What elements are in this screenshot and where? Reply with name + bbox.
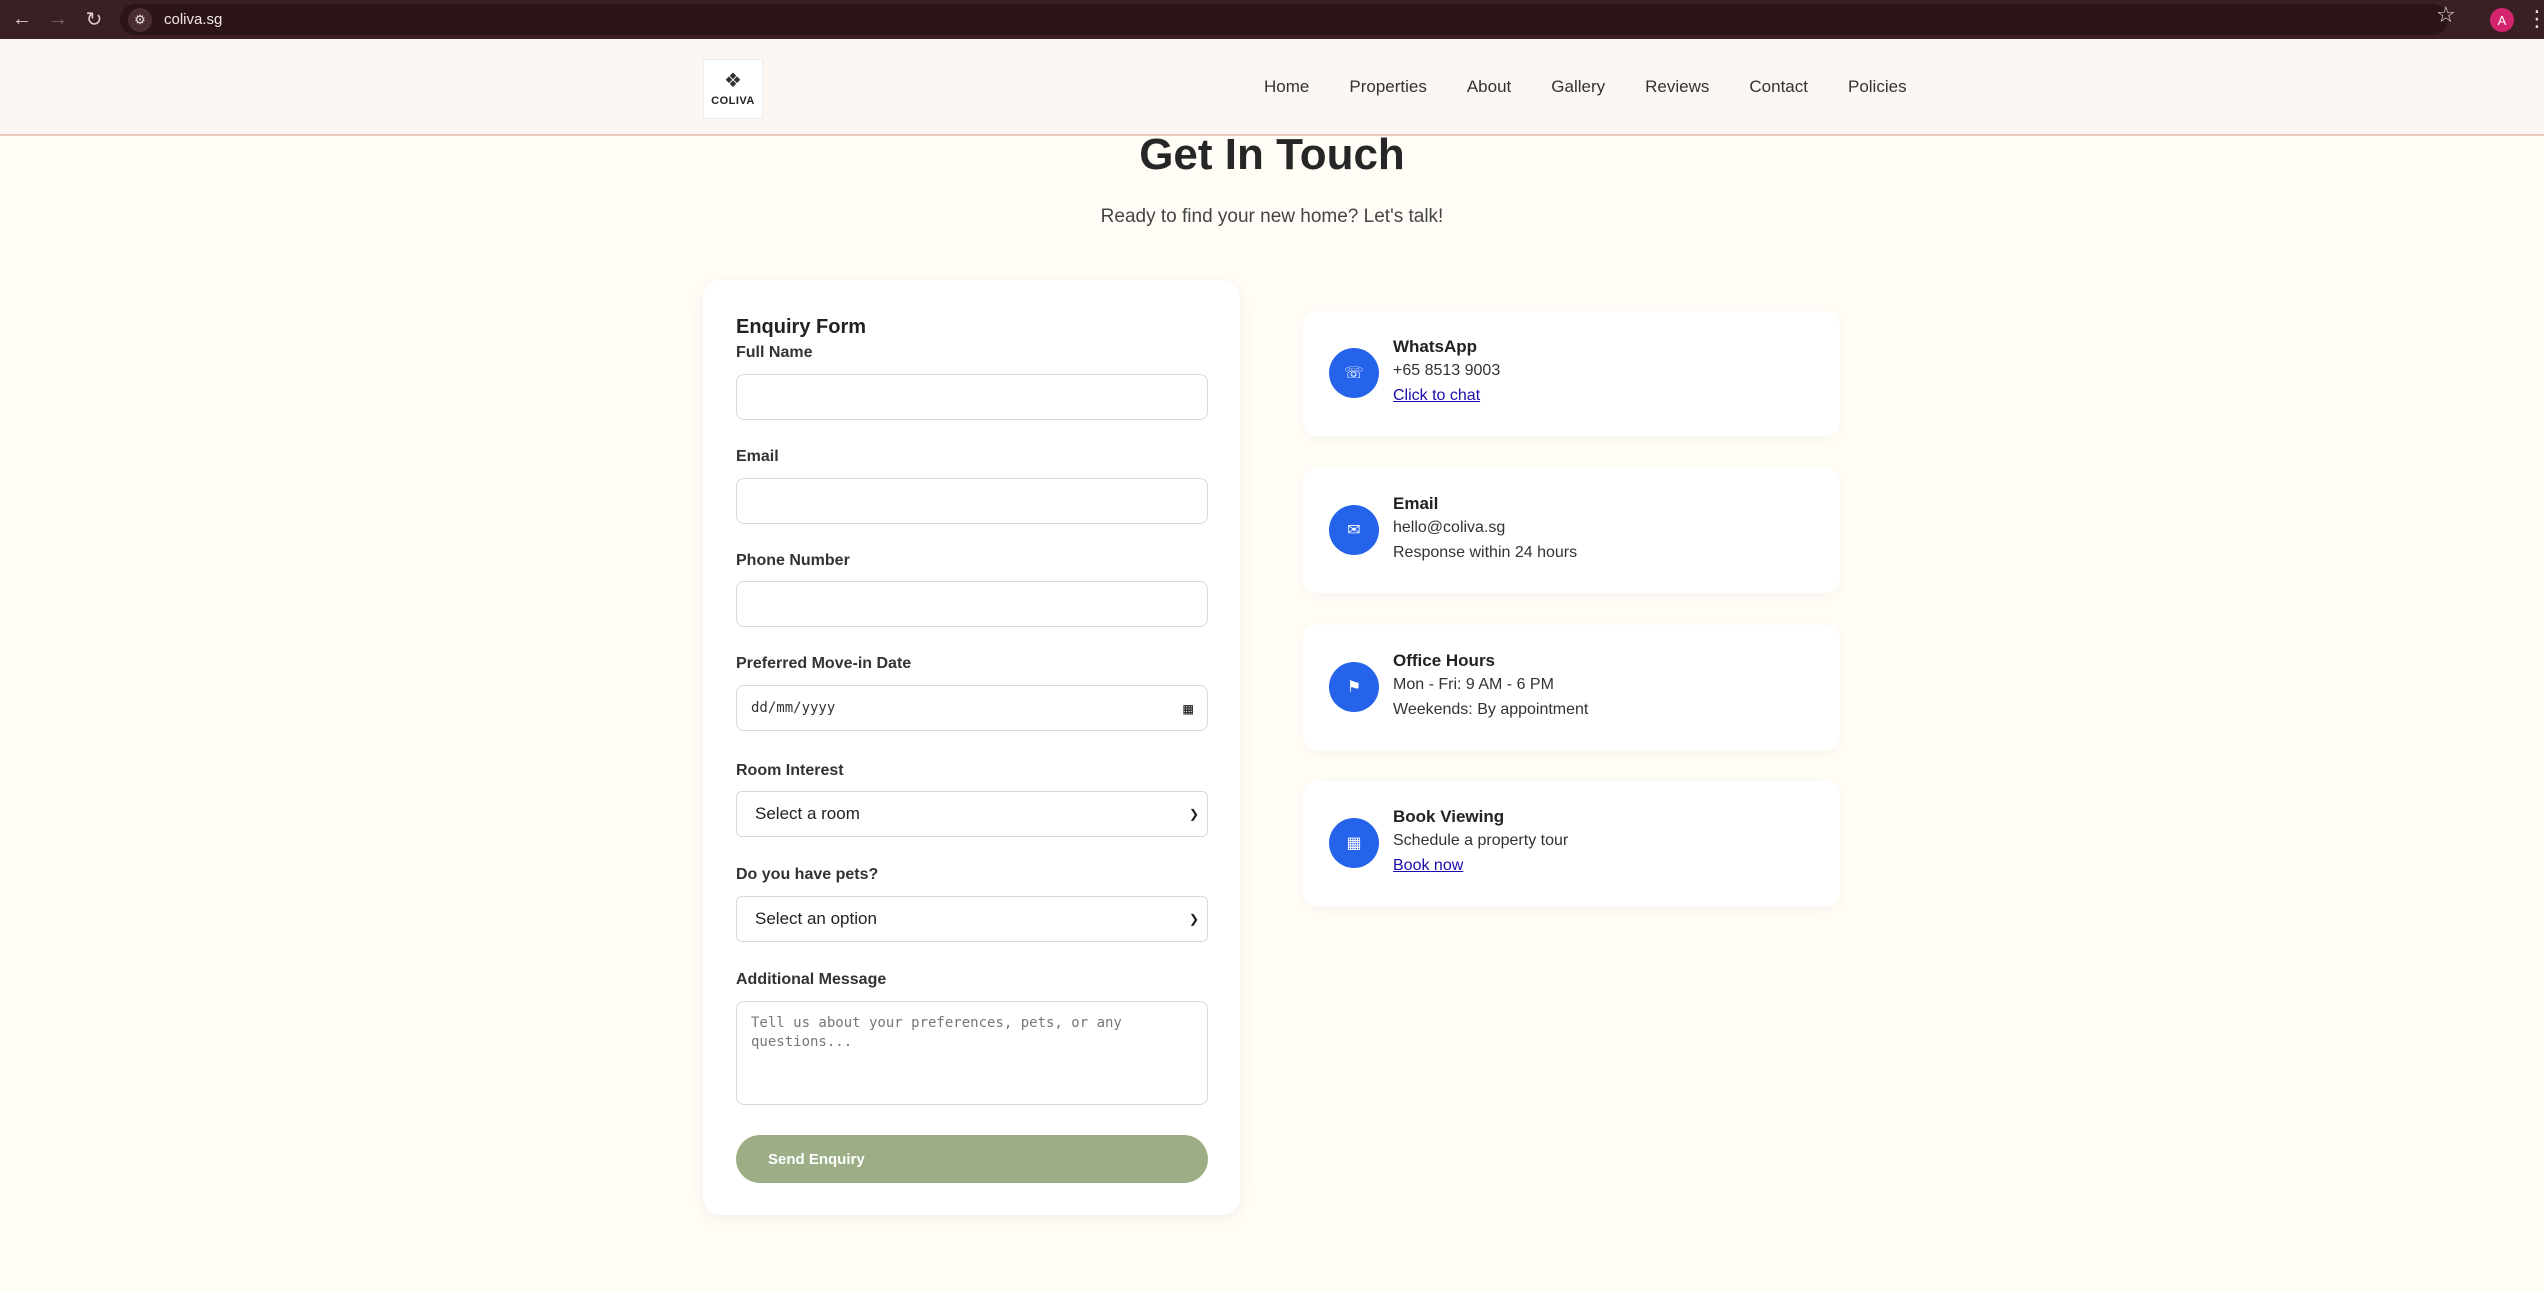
message-label: Additional Message xyxy=(736,971,887,988)
whatsapp-card: ☏ WhatsApp +65 8513 9003 Click to chat xyxy=(1303,311,1840,436)
book-viewing-desc: Schedule a property tour xyxy=(1393,832,1569,849)
move-in-date-input[interactable]: dd/mm/yyyy ▦ xyxy=(736,685,1208,731)
reload-icon[interactable]: ↻ xyxy=(76,2,112,38)
form-title: Enquiry Form xyxy=(736,316,867,338)
email-address: hello@coliva.sg xyxy=(1393,519,1506,536)
whatsapp-number: +65 8513 9003 xyxy=(1393,362,1501,379)
weekday-hours: Mon - Fri: 9 AM - 6 PM xyxy=(1393,676,1554,693)
enquiry-form-card: Enquiry Form Full Name Email Phone Numbe… xyxy=(703,280,1240,1215)
pets-label: Do you have pets? xyxy=(736,866,879,883)
book-viewing-card: ▦ Book Viewing Schedule a property tour … xyxy=(1303,781,1840,906)
room-interest-select[interactable]: Select a room ❯ xyxy=(736,791,1208,837)
room-interest-label: Room Interest xyxy=(736,762,844,779)
phone-label: Phone Number xyxy=(736,552,850,569)
nav-reviews[interactable]: Reviews xyxy=(1645,77,1709,97)
site-info-icon[interactable]: ⚙ xyxy=(128,7,152,32)
email-label: Email xyxy=(736,448,779,465)
nav-home[interactable]: Home xyxy=(1264,77,1309,97)
message-placeholder: Tell us about your preferences, pets, or… xyxy=(751,1015,1122,1050)
email-response-time: Response within 24 hours xyxy=(1393,544,1578,561)
nav-about[interactable]: About xyxy=(1467,77,1511,97)
room-select-value: Select a room xyxy=(755,804,860,823)
pin-icon: ⚑ xyxy=(1329,662,1379,712)
phone-icon: ☏ xyxy=(1329,348,1379,398)
main-nav: Home Properties About Gallery Reviews Co… xyxy=(1264,77,1907,97)
phone-input[interactable] xyxy=(736,581,1208,627)
nav-gallery[interactable]: Gallery xyxy=(1551,77,1605,97)
profile-avatar[interactable]: A xyxy=(2490,8,2514,32)
back-arrow-icon[interactable]: ← xyxy=(4,2,40,38)
send-enquiry-button[interactable]: Send Enquiry xyxy=(736,1135,1208,1183)
site-header: ❖ COLIVA Home Properties About Gallery R… xyxy=(0,39,2544,136)
weekend-hours: Weekends: By appointment xyxy=(1393,701,1589,718)
message-textarea[interactable]: Tell us about your preferences, pets, or… xyxy=(736,1001,1208,1105)
pets-select-value: Select an option xyxy=(755,909,877,928)
chevron-down-icon: ❯ xyxy=(1188,807,1199,821)
forward-arrow-icon[interactable]: → xyxy=(40,2,76,38)
mail-icon: ✉ xyxy=(1329,505,1379,555)
calendar-icon: ▦ xyxy=(1329,818,1379,868)
nav-contact[interactable]: Contact xyxy=(1749,77,1808,97)
office-hours-title: Office Hours xyxy=(1393,651,1496,670)
site-logo[interactable]: ❖ COLIVA xyxy=(703,59,763,119)
browser-menu-icon[interactable]: ⋮ xyxy=(2526,4,2544,34)
logo-text: COLIVA xyxy=(711,95,755,107)
full-name-label: Full Name xyxy=(736,344,813,361)
chevron-down-icon: ❯ xyxy=(1188,912,1199,926)
office-hours-card: ⚑ Office Hours Mon - Fri: 9 AM - 6 PM We… xyxy=(1303,625,1840,750)
click-to-chat-link[interactable]: Click to chat xyxy=(1393,387,1480,405)
nav-properties[interactable]: Properties xyxy=(1349,77,1426,97)
url-text[interactable]: coliva.sg xyxy=(164,11,222,28)
page-subtitle: Ready to find your new home? Let's talk! xyxy=(1100,206,1444,227)
leaf-icon: ❖ xyxy=(724,70,742,92)
nav-policies[interactable]: Policies xyxy=(1848,77,1907,97)
email-input[interactable] xyxy=(736,478,1208,524)
email-card: ✉ Email hello@coliva.sg Response within … xyxy=(1303,468,1840,593)
pets-select[interactable]: Select an option ❯ xyxy=(736,896,1208,942)
page-title: Get In Touch xyxy=(1139,130,1405,179)
email-title: Email xyxy=(1393,494,1439,513)
book-now-link[interactable]: Book now xyxy=(1393,857,1463,875)
move-in-date-label: Preferred Move-in Date xyxy=(736,655,912,672)
address-bar[interactable]: ⚙ coliva.sg xyxy=(120,4,2448,35)
bookmark-star-icon[interactable]: ☆ xyxy=(2436,2,2456,28)
full-name-input[interactable] xyxy=(736,374,1208,420)
browser-toolbar: ← → ↻ ⚙ coliva.sg ☆ A ⋮ xyxy=(0,0,2544,39)
whatsapp-title: WhatsApp xyxy=(1393,337,1478,356)
book-viewing-title: Book Viewing xyxy=(1393,807,1505,826)
calendar-picker-icon[interactable]: ▦ xyxy=(1183,699,1193,718)
date-placeholder: dd/mm/yyyy xyxy=(751,700,836,716)
